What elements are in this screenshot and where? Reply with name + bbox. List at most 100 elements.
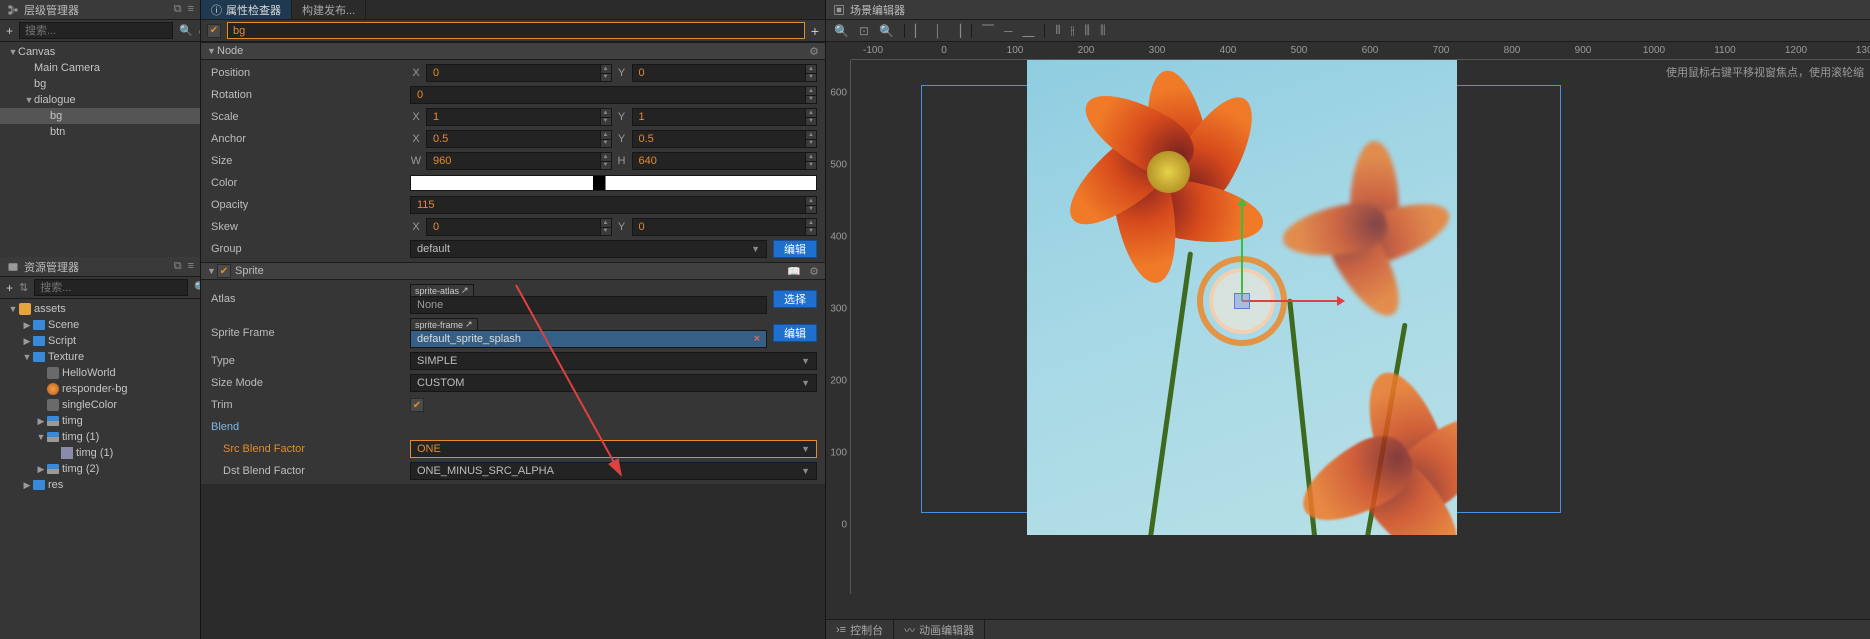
hierarchy-add-button[interactable]: + bbox=[6, 24, 13, 38]
spin-down-icon[interactable]: ▼ bbox=[805, 162, 816, 170]
number-input[interactable] bbox=[410, 196, 817, 214]
distribute-v-icon[interactable]: ⫲ bbox=[1071, 23, 1075, 38]
node-name-input[interactable] bbox=[227, 22, 805, 39]
tab-console[interactable]: ›≡控制台 bbox=[826, 620, 894, 639]
number-input[interactable] bbox=[426, 152, 612, 170]
group-edit-button[interactable]: 编辑 bbox=[773, 240, 817, 258]
distribute-v2-icon[interactable]: ⫼ bbox=[1100, 23, 1106, 38]
number-input[interactable] bbox=[410, 86, 817, 104]
dropdown[interactable]: CUSTOM▼ bbox=[410, 374, 817, 392]
spin-down-icon[interactable]: ▼ bbox=[600, 228, 611, 236]
tab-animation[interactable]: 〰动画编辑器 bbox=[894, 620, 985, 639]
distribute-h2-icon[interactable]: ⫼ bbox=[1084, 23, 1090, 38]
asset-node[interactable]: ▶Script bbox=[0, 333, 200, 349]
add-component-button[interactable]: + bbox=[811, 23, 819, 39]
spin-up-icon[interactable]: ▲ bbox=[805, 219, 816, 228]
number-input[interactable] bbox=[426, 218, 612, 236]
hierarchy-node[interactable]: bg bbox=[0, 108, 200, 124]
assets-sort-icon[interactable]: ⇅ bbox=[19, 281, 28, 294]
number-input[interactable] bbox=[632, 152, 818, 170]
hierarchy-node[interactable]: bg bbox=[0, 76, 200, 92]
scene-canvas[interactable]: -100010020030040050060070080090010001100… bbox=[826, 42, 1870, 619]
spin-up-icon[interactable]: ▲ bbox=[600, 109, 611, 118]
disclosure-icon[interactable]: ▼ bbox=[36, 432, 46, 442]
asset-node[interactable]: singleColor bbox=[0, 397, 200, 413]
group-dropdown[interactable]: default▼ bbox=[410, 240, 767, 258]
trim-checkbox[interactable]: ✔ bbox=[410, 398, 424, 412]
asset-node[interactable]: ▶timg (2) bbox=[0, 461, 200, 477]
spin-down-icon[interactable]: ▼ bbox=[805, 74, 816, 82]
align-left-icon[interactable]: ▏ bbox=[915, 24, 924, 38]
assets-menu-icon[interactable]: ≡ bbox=[188, 260, 194, 273]
dropdown[interactable]: SIMPLE▼ bbox=[410, 352, 817, 370]
spin-down-icon[interactable]: ▼ bbox=[805, 140, 816, 148]
number-input[interactable] bbox=[632, 218, 818, 236]
align-center-icon[interactable]: │ bbox=[934, 24, 942, 38]
hierarchy-node[interactable]: ▼Canvas bbox=[0, 44, 200, 60]
clear-icon[interactable]: × bbox=[754, 333, 760, 345]
tab-build[interactable]: 构建发布... bbox=[292, 0, 366, 19]
sprite-enabled-checkbox[interactable]: ✔ bbox=[217, 264, 231, 278]
gizmo-x-axis[interactable] bbox=[1242, 300, 1337, 302]
section-sprite-help-icon[interactable]: 📖 bbox=[787, 265, 801, 278]
disclosure-icon[interactable]: ▼ bbox=[8, 304, 18, 314]
hierarchy-search-input[interactable] bbox=[19, 22, 173, 39]
atlas-select-button[interactable]: 选择 bbox=[773, 290, 817, 308]
zoom-fit-icon[interactable]: ⊡ bbox=[859, 24, 869, 38]
number-input[interactable] bbox=[632, 108, 818, 126]
spin-down-icon[interactable]: ▼ bbox=[805, 96, 816, 104]
blend-label[interactable]: Blend bbox=[209, 421, 404, 433]
spin-up-icon[interactable]: ▲ bbox=[805, 153, 816, 162]
tab-inspector[interactable]: ⓘ 属性检查器 bbox=[201, 0, 292, 19]
hierarchy-node[interactable]: Main Camera bbox=[0, 60, 200, 76]
assets-search-input[interactable] bbox=[34, 279, 188, 296]
dropdown[interactable]: ONE_MINUS_SRC_ALPHA▼ bbox=[410, 462, 817, 480]
disclosure-icon[interactable]: ▼ bbox=[8, 47, 18, 57]
hierarchy-node[interactable]: btn bbox=[0, 124, 200, 140]
spin-up-icon[interactable]: ▲ bbox=[600, 65, 611, 74]
asset-node[interactable]: ▼Texture bbox=[0, 349, 200, 365]
asset-node[interactable]: ▼assets bbox=[0, 301, 200, 317]
align-bottom-icon[interactable]: ⎽ bbox=[1022, 23, 1034, 38]
asset-node[interactable]: responder-bg bbox=[0, 381, 200, 397]
number-input[interactable] bbox=[426, 108, 612, 126]
spin-up-icon[interactable]: ▲ bbox=[805, 131, 816, 140]
dropdown[interactable]: ONE▼ bbox=[410, 440, 817, 458]
section-node-gear-icon[interactable]: ⚙ bbox=[809, 45, 819, 58]
spin-up-icon[interactable]: ▲ bbox=[600, 219, 611, 228]
asset-node[interactable]: HelloWorld bbox=[0, 365, 200, 381]
zoom-out-icon[interactable]: 🔍 bbox=[834, 24, 849, 38]
assets-detach-icon[interactable]: ⧉ bbox=[174, 260, 182, 273]
spin-down-icon[interactable]: ▼ bbox=[600, 140, 611, 148]
spin-down-icon[interactable]: ▼ bbox=[600, 74, 611, 82]
distribute-h-icon[interactable]: ⫴ bbox=[1055, 23, 1060, 38]
hierarchy-search-icon[interactable]: 🔍 bbox=[179, 24, 193, 37]
gizmo-center[interactable] bbox=[1234, 293, 1250, 309]
frame-edit-button[interactable]: 编辑 bbox=[773, 324, 817, 342]
number-input[interactable] bbox=[426, 130, 612, 148]
align-right-icon[interactable]: ▕ bbox=[952, 24, 961, 38]
spin-up-icon[interactable]: ▲ bbox=[805, 197, 816, 206]
spin-up-icon[interactable]: ▲ bbox=[600, 153, 611, 162]
disclosure-icon[interactable]: ▼ bbox=[24, 95, 34, 105]
spin-down-icon[interactable]: ▼ bbox=[805, 118, 816, 126]
align-middle-icon[interactable]: ─ bbox=[1004, 24, 1013, 38]
spin-down-icon[interactable]: ▼ bbox=[805, 206, 816, 214]
node-active-checkbox[interactable]: ✔ bbox=[207, 24, 221, 38]
disclosure-icon[interactable]: ▼ bbox=[22, 352, 32, 362]
section-node-header[interactable]: ▼ Node ⚙ bbox=[201, 42, 825, 60]
section-sprite-header[interactable]: ▼ ✔ Sprite 📖 ⚙ bbox=[201, 262, 825, 280]
spin-down-icon[interactable]: ▼ bbox=[805, 228, 816, 236]
zoom-in-icon[interactable]: 🔍 bbox=[879, 24, 894, 38]
gizmo-y-axis[interactable] bbox=[1241, 206, 1243, 301]
spin-up-icon[interactable]: ▲ bbox=[805, 87, 816, 96]
assets-add-button[interactable]: + bbox=[6, 281, 13, 295]
atlas-field[interactable]: None bbox=[410, 296, 767, 314]
asset-node[interactable]: ▶timg bbox=[0, 413, 200, 429]
sprite-frame-field[interactable]: default_sprite_splash× bbox=[410, 330, 767, 348]
number-input[interactable] bbox=[632, 64, 818, 82]
transform-gizmo[interactable] bbox=[1197, 256, 1287, 346]
asset-node[interactable]: ▶res bbox=[0, 477, 200, 493]
spin-down-icon[interactable]: ▼ bbox=[600, 118, 611, 126]
asset-node[interactable]: ▼timg (1) bbox=[0, 429, 200, 445]
